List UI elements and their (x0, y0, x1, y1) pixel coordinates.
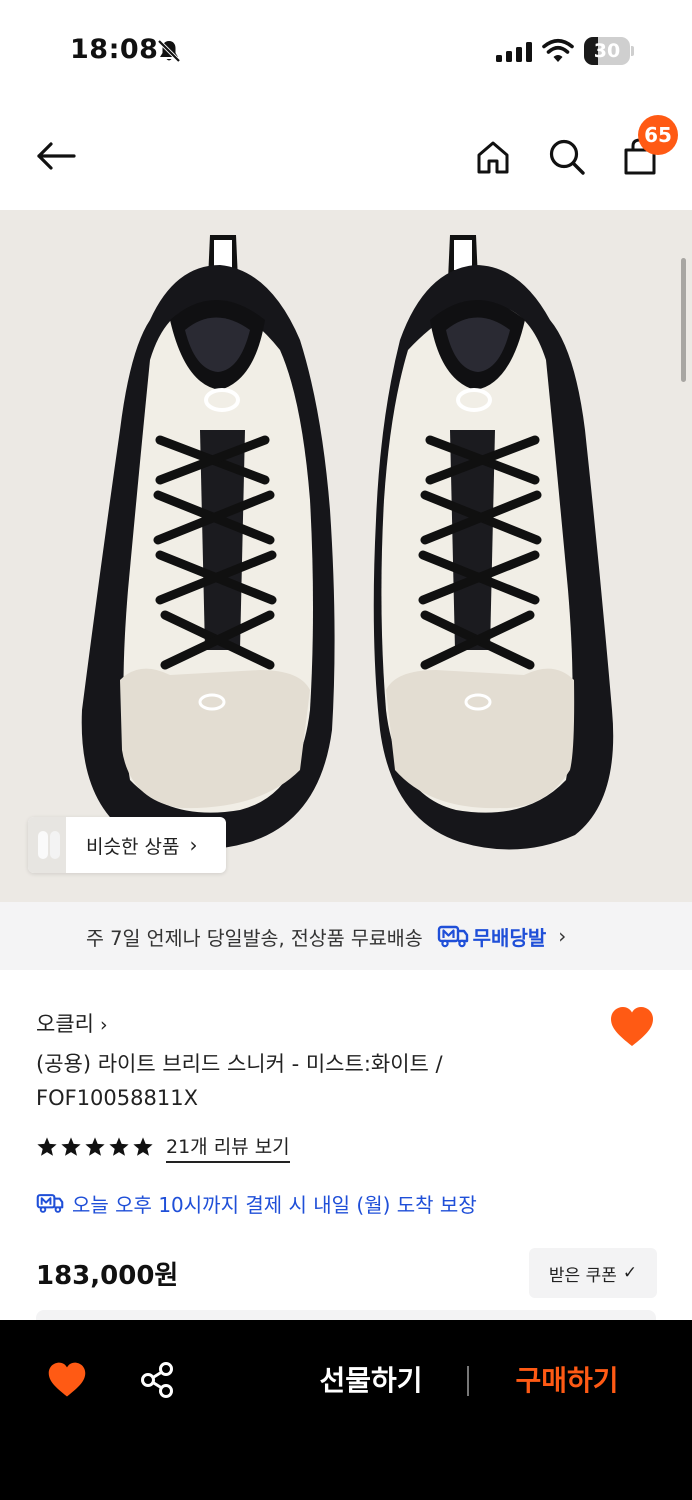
arrival-guarantee-text: 오늘 오후 10시까지 결제 시 내일 (월) 도착 보장 (72, 1192, 477, 1217)
star-icon (61, 1137, 81, 1156)
arrow-left-icon (37, 142, 76, 170)
sneaker-pair-image (81, 235, 614, 850)
back-button[interactable] (30, 134, 82, 178)
review-link[interactable]: 21개 리뷰 보기 (166, 1132, 290, 1163)
delivery-banner[interactable]: 주 7일 언제나 당일발송, 전상품 무료배송 무배당발 › (0, 902, 692, 970)
coupon-label: 받은 쿠폰 (548, 1265, 617, 1286)
status-time: 18:08 (70, 34, 159, 65)
home-button[interactable] (470, 134, 516, 180)
similar-product-thumbnail (28, 817, 66, 873)
wifi-icon (542, 38, 574, 62)
product-title: (공용) 라이트 브리드 스니커 - 미스트:화이트 / FOF10058811… (36, 1052, 443, 1110)
bottom-action-bar: 선물하기 구매하기 (0, 1320, 692, 1500)
share-icon[interactable] (138, 1360, 176, 1400)
chevron-right-icon: › (99, 1014, 108, 1036)
divider (467, 1366, 469, 1396)
chevron-right-icon: › (558, 924, 567, 948)
delivery-banner-text: 주 7일 언제나 당일발송, 전상품 무료배송 (86, 926, 423, 950)
top-navigation (0, 100, 692, 210)
gift-button[interactable]: 선물하기 (300, 1358, 442, 1404)
brand-name: 오클리 (36, 1012, 94, 1036)
favorite-heart-button[interactable] (46, 1360, 88, 1400)
rating-row: 21개 리뷰 보기 (36, 1130, 290, 1164)
star-icon (85, 1137, 105, 1156)
search-icon (549, 139, 585, 175)
search-button[interactable] (544, 134, 590, 180)
check-icon: ✓ (622, 1263, 638, 1283)
buy-button[interactable]: 구매하기 (496, 1358, 638, 1404)
delivery-truck-icon (437, 925, 468, 948)
received-coupon-button[interactable]: 받은 쿠폰 ✓ (529, 1248, 657, 1298)
star-icon (37, 1137, 57, 1156)
home-icon (477, 141, 509, 174)
battery-level-text: 30 (593, 40, 621, 62)
cellular-signal-icon (496, 42, 532, 62)
star-icon (109, 1137, 129, 1156)
product-price: 183,000원 (36, 1261, 179, 1291)
star-icon (133, 1137, 153, 1156)
similar-products-button[interactable]: 비슷한 상품 › (28, 817, 226, 873)
brand-link[interactable]: 오클리 › (36, 1008, 108, 1038)
rating-stars (36, 1136, 156, 1158)
arrival-guarantee-row: 오늘 오후 10시까지 결제 시 내일 (월) 도착 보장 (36, 1186, 477, 1220)
similar-products-label: 비슷한 상품 (86, 835, 180, 858)
battery-indicator: 30 (584, 37, 634, 65)
status-bar: 18:08 30 (0, 0, 692, 100)
scroll-indicator[interactable] (681, 258, 686, 382)
delivery-brand-label: 무배당발 (472, 925, 547, 950)
chevron-right-icon: › (189, 833, 198, 857)
delivery-truck-icon (36, 1194, 64, 1213)
favorite-heart-button[interactable] (608, 1004, 656, 1050)
product-image[interactable] (0, 210, 692, 902)
bell-off-icon (157, 39, 181, 63)
cart-count-badge: 65 (638, 115, 678, 155)
